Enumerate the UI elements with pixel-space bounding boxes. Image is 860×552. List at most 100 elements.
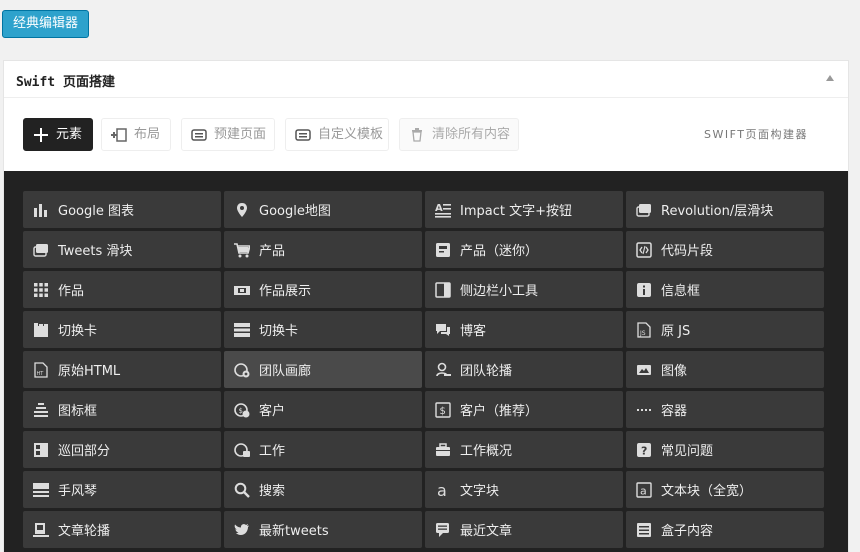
element-item[interactable]: Revolution/层滑块 [626, 191, 824, 228]
element-item-label: Google地图 [259, 204, 331, 219]
custom-template-button[interactable]: 自定义模板 [285, 118, 389, 151]
clients-icon: $ [234, 402, 250, 418]
accordion-icon [33, 482, 49, 498]
mini-product-icon [435, 242, 451, 258]
element-item-label: 文章轮播 [58, 524, 111, 539]
testimonial-icon: $ [435, 401, 451, 418]
element-item-label: 盒子内容 [661, 524, 714, 539]
code-icon [636, 241, 652, 258]
element-item[interactable]: 容器 [626, 391, 824, 428]
team-gallery-icon [234, 362, 250, 378]
swift-page-builder-panel: Swift 页面搭建 元素 布局 预建页面 自定义模板 清除所有内容 SWIFT… [3, 60, 849, 552]
element-item[interactable]: 信息框 [626, 271, 824, 308]
element-item[interactable]: 最新tweets [224, 511, 422, 548]
element-item-label: 侧边栏小工具 [460, 284, 539, 299]
panel-title: Swift 页面搭建 [16, 75, 115, 90]
element-item[interactable]: 巡回部分 [23, 431, 221, 468]
image-icon [636, 362, 652, 378]
comments-icon [435, 322, 451, 338]
brand-label: SWIFT页面构建器 [704, 128, 808, 141]
element-item[interactable]: 手风琴 [23, 471, 221, 508]
element-item-label: 文字块 [460, 484, 500, 499]
search-icon [234, 482, 250, 498]
element-item-label: 图标框 [58, 404, 98, 419]
tabs-icon [33, 322, 49, 338]
elements-button-label: 元素 [56, 127, 83, 142]
classic-editor-button[interactable]: 经典编辑器 [2, 10, 89, 38]
element-item[interactable]: a 文本块（全宽） [626, 471, 824, 508]
map-marker-icon [234, 202, 250, 218]
elements-button[interactable]: 元素 [23, 118, 93, 151]
clear-all-label: 清除所有内容 [432, 127, 511, 142]
element-item[interactable]: HT 原始HTML [23, 351, 221, 388]
element-item-label: 作品展示 [259, 284, 312, 299]
layout-button[interactable]: 布局 [101, 118, 171, 151]
element-item-label: 最近文章 [460, 524, 513, 539]
element-item[interactable]: 团队轮播 [425, 351, 623, 388]
layout-button-label: 布局 [134, 127, 161, 142]
cart-icon [234, 242, 250, 258]
element-item[interactable]: 工作 [224, 431, 422, 468]
element-item-label: 容器 [661, 404, 688, 419]
element-item[interactable]: Google地图 [224, 191, 422, 228]
clear-all-button[interactable]: 清除所有内容 [399, 118, 519, 151]
trash-icon [409, 127, 425, 142]
plus-icon [33, 127, 49, 142]
element-item-label: 客户（推荐） [460, 404, 539, 419]
panel-header: Swift 页面搭建 [4, 61, 848, 98]
element-item[interactable]: 侧边栏小工具 [425, 271, 623, 308]
element-item[interactable]: 盒子内容 [626, 511, 824, 548]
element-item[interactable]: a 文字块 [425, 471, 623, 508]
collapse-arrow-icon[interactable] [826, 75, 834, 81]
element-item[interactable]: 代码片段 [626, 231, 824, 268]
element-item[interactable]: 团队画廊 [224, 351, 422, 388]
element-item[interactable]: 作品 [23, 271, 221, 308]
post-carousel-icon [33, 522, 49, 538]
svg-text:a: a [437, 482, 447, 498]
element-item[interactable]: JS 原 JS [626, 311, 824, 348]
layout-icon [111, 127, 127, 142]
prebuilt-pages-button[interactable]: 预建页面 [181, 118, 275, 151]
element-item-label: 原始HTML [58, 364, 121, 379]
section-icon [33, 442, 49, 458]
svg-text:$: $ [440, 406, 446, 417]
element-item[interactable]: 作品展示 [224, 271, 422, 308]
element-item[interactable]: $ 客户（推荐） [425, 391, 623, 428]
recent-posts-icon [435, 522, 451, 538]
element-item-label: 团队画廊 [259, 364, 312, 379]
template-icon [295, 128, 311, 142]
element-item-label: 常见问题 [661, 444, 714, 459]
element-item-label: Impact 文字+按钮 [460, 204, 572, 219]
element-item[interactable]: Tweets 滑块 [23, 231, 221, 268]
element-item[interactable]: 图像 [626, 351, 824, 388]
twitter-icon [234, 522, 250, 538]
element-item[interactable]: 图标框 [23, 391, 221, 428]
element-item[interactable]: 产品（迷你） [425, 231, 623, 268]
element-item[interactable]: 文章轮播 [23, 511, 221, 548]
text-block-full-icon: a [636, 481, 652, 498]
element-item-label: 图像 [661, 364, 688, 379]
svg-text:?: ? [641, 444, 647, 457]
element-item[interactable]: A Impact 文字+按钮 [425, 191, 623, 228]
element-item[interactable]: Google 图表 [23, 191, 221, 228]
svg-text:HT: HT [37, 371, 45, 377]
element-item[interactable]: $ 客户 [224, 391, 422, 428]
element-item[interactable]: 切换卡 [224, 311, 422, 348]
element-item-label: Google 图表 [58, 204, 134, 219]
element-item[interactable]: ? 常见问题 [626, 431, 824, 468]
element-item[interactable]: 博客 [425, 311, 623, 348]
tweets-slider-icon [33, 242, 49, 258]
faq-icon: ? [636, 442, 652, 458]
element-item-label: Revolution/层滑块 [661, 204, 774, 219]
element-item-label: 手风琴 [58, 484, 98, 499]
svg-text:JS: JS [639, 330, 646, 337]
svg-text:A: A [435, 203, 443, 214]
info-icon [636, 282, 652, 298]
element-item[interactable]: 切换卡 [23, 311, 221, 348]
svg-text:a: a [640, 484, 647, 497]
element-item[interactable]: 最近文章 [425, 511, 623, 548]
element-item[interactable]: 工作概况 [425, 431, 623, 468]
text-block-icon: a [435, 482, 451, 498]
element-item[interactable]: 产品 [224, 231, 422, 268]
element-item[interactable]: 搜索 [224, 471, 422, 508]
